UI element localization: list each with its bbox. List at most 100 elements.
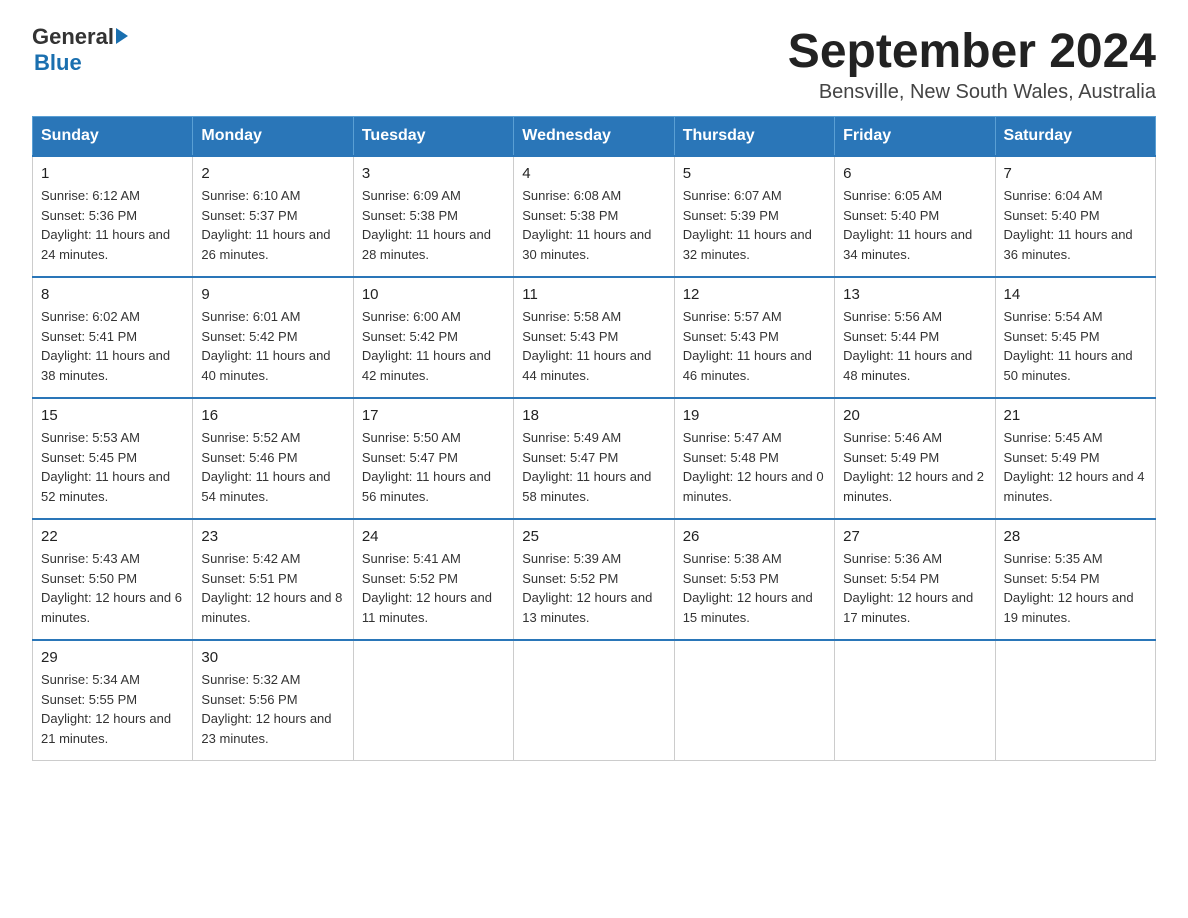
day-number: 2: [201, 165, 344, 182]
day-number: 25: [522, 528, 665, 545]
day-number: 11: [522, 286, 665, 303]
day-info: Sunrise: 6:05 AMSunset: 5:40 PMDaylight:…: [843, 186, 986, 264]
day-number: 28: [1004, 528, 1147, 545]
day-info: Sunrise: 6:02 AMSunset: 5:41 PMDaylight:…: [41, 307, 184, 385]
day-info: Sunrise: 6:00 AMSunset: 5:42 PMDaylight:…: [362, 307, 505, 385]
day-info: Sunrise: 5:45 AMSunset: 5:49 PMDaylight:…: [1004, 428, 1147, 506]
calendar-cell: 11Sunrise: 5:58 AMSunset: 5:43 PMDayligh…: [514, 277, 674, 398]
calendar-cell: 4 Sunrise: 6:08 AMSunset: 5:38 PMDaylight…: [514, 156, 674, 277]
calendar-cell: 1 Sunrise: 6:12 AMSunset: 5:36 PMDaylight…: [33, 156, 193, 277]
day-number: 13: [843, 286, 986, 303]
day-info: Sunrise: 5:52 AMSunset: 5:46 PMDaylight:…: [201, 428, 344, 506]
calendar-cell: [353, 640, 513, 761]
calendar-cell: 22 Sunrise: 5:43 AMSunset: 5:50 PMDayligh…: [33, 519, 193, 640]
calendar-cell: 25 Sunrise: 5:39 AMSunset: 5:52 PMDayligh…: [514, 519, 674, 640]
day-number: 29: [41, 649, 184, 666]
calendar-cell: [514, 640, 674, 761]
calendar-cell: 20 Sunrise: 5:46 AMSunset: 5:49 PMDayligh…: [835, 398, 995, 519]
day-number: 14: [1004, 286, 1147, 303]
col-monday: Monday: [193, 117, 353, 157]
day-number: 7: [1004, 165, 1147, 182]
day-number: 22: [41, 528, 184, 545]
day-info: Sunrise: 5:34 AMSunset: 5:55 PMDaylight:…: [41, 670, 184, 748]
calendar-cell: 14 Sunrise: 5:54 AMSunset: 5:45 PMDayligh…: [995, 277, 1155, 398]
day-number: 19: [683, 407, 826, 424]
day-number: 6: [843, 165, 986, 182]
day-number: 12: [683, 286, 826, 303]
day-number: 1: [41, 165, 184, 182]
title-block: September 2024 Bensville, New South Wale…: [788, 24, 1156, 104]
calendar-cell: 12 Sunrise: 5:57 AMSunset: 5:43 PMDayligh…: [674, 277, 834, 398]
day-number: 20: [843, 407, 986, 424]
day-info: Sunrise: 5:50 AMSunset: 5:47 PMDaylight:…: [362, 428, 505, 506]
calendar-cell: 9 Sunrise: 6:01 AMSunset: 5:42 PMDaylight…: [193, 277, 353, 398]
logo: General Blue: [32, 24, 128, 76]
day-number: 17: [362, 407, 505, 424]
calendar-cell: 26 Sunrise: 5:38 AMSunset: 5:53 PMDayligh…: [674, 519, 834, 640]
calendar-cell: 7 Sunrise: 6:04 AMSunset: 5:40 PMDaylight…: [995, 156, 1155, 277]
day-number: 24: [362, 528, 505, 545]
calendar-cell: 27Sunrise: 5:36 AMSunset: 5:54 PMDayligh…: [835, 519, 995, 640]
day-number: 4: [522, 165, 665, 182]
calendar-cell: 3Sunrise: 6:09 AMSunset: 5:38 PMDaylight…: [353, 156, 513, 277]
calendar-cell: [835, 640, 995, 761]
col-sunday: Sunday: [33, 117, 193, 157]
calendar-week-row: 15Sunrise: 5:53 AMSunset: 5:45 PMDayligh…: [33, 398, 1156, 519]
page-header: General Blue September 2024 Bensville, N…: [32, 24, 1156, 104]
day-number: 21: [1004, 407, 1147, 424]
day-number: 8: [41, 286, 184, 303]
day-info: Sunrise: 5:47 AMSunset: 5:48 PMDaylight:…: [683, 428, 826, 506]
day-number: 30: [201, 649, 344, 666]
calendar-cell: 19 Sunrise: 5:47 AMSunset: 5:48 PMDayligh…: [674, 398, 834, 519]
day-number: 5: [683, 165, 826, 182]
calendar-cell: 17 Sunrise: 5:50 AMSunset: 5:47 PMDayligh…: [353, 398, 513, 519]
day-info: Sunrise: 5:57 AMSunset: 5:43 PMDaylight:…: [683, 307, 826, 385]
day-number: 23: [201, 528, 344, 545]
col-tuesday: Tuesday: [353, 117, 513, 157]
day-info: Sunrise: 6:08 AMSunset: 5:38 PMDaylight:…: [522, 186, 665, 264]
calendar-cell: [674, 640, 834, 761]
day-number: 10: [362, 286, 505, 303]
calendar-week-row: 22 Sunrise: 5:43 AMSunset: 5:50 PMDayligh…: [33, 519, 1156, 640]
day-number: 27: [843, 528, 986, 545]
day-info: Sunrise: 5:38 AMSunset: 5:53 PMDaylight:…: [683, 549, 826, 627]
day-info: Sunrise: 6:12 AMSunset: 5:36 PMDaylight:…: [41, 186, 184, 264]
calendar-cell: 6 Sunrise: 6:05 AMSunset: 5:40 PMDaylight…: [835, 156, 995, 277]
calendar-cell: 5 Sunrise: 6:07 AMSunset: 5:39 PMDaylight…: [674, 156, 834, 277]
calendar-week-row: 29 Sunrise: 5:34 AMSunset: 5:55 PMDayligh…: [33, 640, 1156, 761]
calendar-cell: 15Sunrise: 5:53 AMSunset: 5:45 PMDayligh…: [33, 398, 193, 519]
day-info: Sunrise: 6:07 AMSunset: 5:39 PMDaylight:…: [683, 186, 826, 264]
day-info: Sunrise: 5:42 AMSunset: 5:51 PMDaylight:…: [201, 549, 344, 627]
month-title: September 2024: [788, 24, 1156, 79]
day-info: Sunrise: 5:56 AMSunset: 5:44 PMDaylight:…: [843, 307, 986, 385]
calendar-cell: 16 Sunrise: 5:52 AMSunset: 5:46 PMDayligh…: [193, 398, 353, 519]
calendar-cell: 10 Sunrise: 6:00 AMSunset: 5:42 PMDayligh…: [353, 277, 513, 398]
day-info: Sunrise: 5:54 AMSunset: 5:45 PMDaylight:…: [1004, 307, 1147, 385]
day-number: 26: [683, 528, 826, 545]
day-info: Sunrise: 6:04 AMSunset: 5:40 PMDaylight:…: [1004, 186, 1147, 264]
day-number: 16: [201, 407, 344, 424]
calendar-cell: 2Sunrise: 6:10 AMSunset: 5:37 PMDaylight…: [193, 156, 353, 277]
day-info: Sunrise: 5:32 AMSunset: 5:56 PMDaylight:…: [201, 670, 344, 748]
day-info: Sunrise: 6:01 AMSunset: 5:42 PMDaylight:…: [201, 307, 344, 385]
calendar-cell: 29 Sunrise: 5:34 AMSunset: 5:55 PMDayligh…: [33, 640, 193, 761]
calendar-cell: 28Sunrise: 5:35 AMSunset: 5:54 PMDayligh…: [995, 519, 1155, 640]
day-info: Sunrise: 5:43 AMSunset: 5:50 PMDaylight:…: [41, 549, 184, 627]
calendar-cell: 21 Sunrise: 5:45 AMSunset: 5:49 PMDayligh…: [995, 398, 1155, 519]
logo-text-general: General: [32, 24, 114, 50]
calendar-week-row: 8 Sunrise: 6:02 AMSunset: 5:41 PMDaylight…: [33, 277, 1156, 398]
day-info: Sunrise: 5:53 AMSunset: 5:45 PMDaylight:…: [41, 428, 184, 506]
calendar-table: Sunday Monday Tuesday Wednesday Thursday…: [32, 116, 1156, 761]
location-title: Bensville, New South Wales, Australia: [788, 81, 1156, 104]
col-friday: Friday: [835, 117, 995, 157]
day-info: Sunrise: 5:46 AMSunset: 5:49 PMDaylight:…: [843, 428, 986, 506]
day-info: Sunrise: 5:41 AMSunset: 5:52 PMDaylight:…: [362, 549, 505, 627]
day-info: Sunrise: 5:39 AMSunset: 5:52 PMDaylight:…: [522, 549, 665, 627]
col-thursday: Thursday: [674, 117, 834, 157]
col-saturday: Saturday: [995, 117, 1155, 157]
calendar-cell: 24 Sunrise: 5:41 AMSunset: 5:52 PMDayligh…: [353, 519, 513, 640]
calendar-cell: 13 Sunrise: 5:56 AMSunset: 5:44 PMDayligh…: [835, 277, 995, 398]
day-number: 9: [201, 286, 344, 303]
col-wednesday: Wednesday: [514, 117, 674, 157]
logo-arrow-icon: [116, 28, 128, 44]
